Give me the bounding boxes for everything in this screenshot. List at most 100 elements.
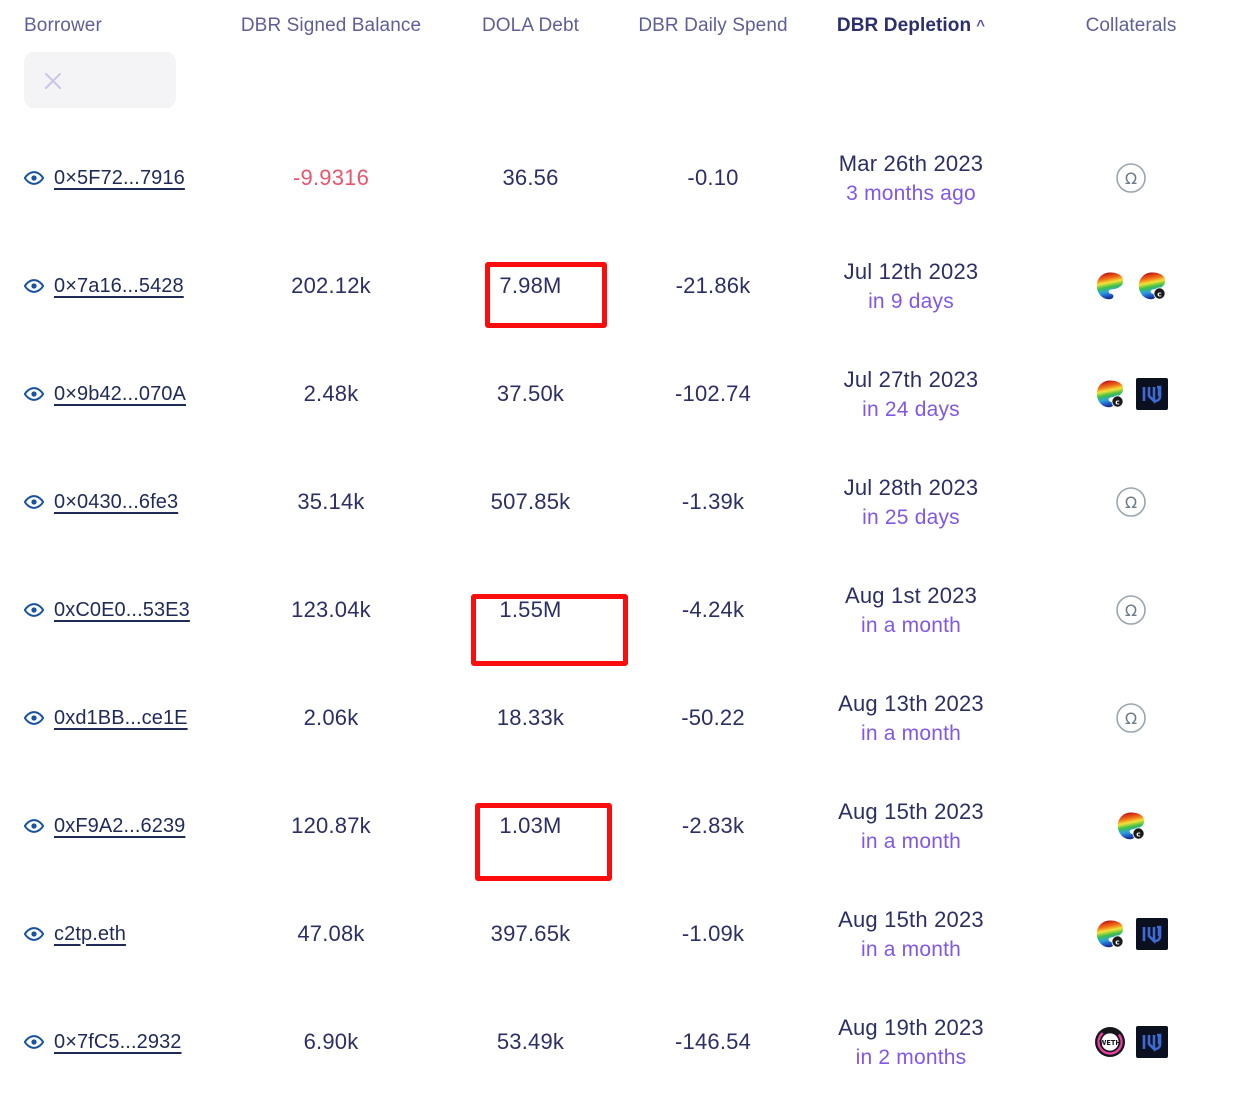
cell-dola-debt: 397.65k <box>440 921 621 947</box>
column-header-dbr-depletion[interactable]: DBR Depletion^ <box>805 15 1017 37</box>
rainbow-convex-token-icon[interactable]: c <box>1094 918 1126 950</box>
eye-icon[interactable] <box>24 168 44 188</box>
svg-text:Ω: Ω <box>1125 493 1137 512</box>
depletion-relative-time: in a month <box>805 720 1017 748</box>
rainbow-token-icon[interactable] <box>1094 270 1126 302</box>
inv-token-icon[interactable] <box>1136 1026 1168 1058</box>
cell-dbr-depletion: Aug 19th 2023in 2 months <box>805 1013 1017 1072</box>
rainbow-convex-token-icon[interactable]: c <box>1136 270 1168 302</box>
cell-dbr-depletion: Jul 28th 2023in 25 days <box>805 473 1017 532</box>
eye-icon[interactable] <box>24 816 44 836</box>
eye-icon[interactable] <box>24 1032 44 1052</box>
column-header-dbr-signed-balance-label: DBR Signed Balance <box>241 15 421 36</box>
omega-token-icon[interactable]: Ω <box>1115 594 1147 626</box>
borrower-address-link[interactable]: c2tp.eth <box>54 923 126 946</box>
cell-dbr-daily-spend: -2.83k <box>621 813 805 839</box>
column-header-dbr-daily-spend[interactable]: DBR Daily Spend <box>621 15 805 37</box>
cell-collaterals: c <box>1017 270 1235 302</box>
cell-dola-debt: 53.49k <box>440 1029 621 1055</box>
borrower-address-link[interactable]: 0xd1BB...ce1E <box>54 707 188 730</box>
cell-dbr-daily-spend: -4.24k <box>621 597 805 623</box>
filter-row <box>0 52 1235 124</box>
eye-icon[interactable] <box>24 384 44 404</box>
cell-dbr-signed-balance: 6.90k <box>222 1029 440 1055</box>
cell-collaterals: c <box>1017 810 1235 842</box>
column-header-dola-debt-label: DOLA Debt <box>482 15 579 36</box>
omega-token-icon[interactable]: Ω <box>1115 162 1147 194</box>
eye-icon[interactable] <box>24 276 44 296</box>
borrower-address-link[interactable]: 0×7a16...5428 <box>54 275 184 298</box>
eye-icon[interactable] <box>24 924 44 944</box>
borrower-address-link[interactable]: 0×7fC5...2932 <box>54 1031 182 1054</box>
cell-dbr-signed-balance: 123.04k <box>222 597 440 623</box>
svg-text:c: c <box>1115 937 1119 946</box>
borrower-address-link[interactable]: 0xF9A2...6239 <box>54 815 185 838</box>
cell-collaterals: Ω <box>1017 162 1235 194</box>
cell-dola-debt: 18.33k <box>440 705 621 731</box>
cell-dbr-daily-spend: -1.09k <box>621 921 805 947</box>
column-header-borrower-label: Borrower <box>24 15 102 36</box>
table-row: 0×0430...6fe335.14k507.85k-1.39kJul 28th… <box>0 448 1235 556</box>
cell-collaterals: Ω <box>1017 594 1235 626</box>
cell-dbr-depletion: Aug 15th 2023in a month <box>805 797 1017 856</box>
cell-dbr-daily-spend: -102.74 <box>621 381 805 407</box>
borrower-address-link[interactable]: 0xC0E0...53E3 <box>54 599 190 622</box>
cell-dbr-signed-balance: -9.9316 <box>222 165 440 191</box>
depletion-date: Aug 13th 2023 <box>805 689 1017 718</box>
table-row: 0×5F72...7916-9.931636.56-0.10Mar 26th 2… <box>0 124 1235 232</box>
depletion-relative-time: in a month <box>805 828 1017 856</box>
column-header-borrower[interactable]: Borrower <box>10 15 222 37</box>
depletion-date: Jul 27th 2023 <box>805 365 1017 394</box>
omega-token-icon[interactable]: Ω <box>1115 486 1147 518</box>
cell-borrower: 0×0430...6fe3 <box>10 491 222 514</box>
depletion-relative-time: in 2 months <box>805 1044 1017 1072</box>
svg-text:c: c <box>1136 829 1140 838</box>
borrower-address-link[interactable]: 0×9b42...070A <box>54 383 186 406</box>
inv-token-icon[interactable] <box>1136 918 1168 950</box>
rainbow-convex-token-icon[interactable]: c <box>1094 378 1126 410</box>
svg-text:Ω: Ω <box>1125 169 1137 188</box>
table-row: 0×7a16...5428202.12k7.98M-21.86kJul 12th… <box>0 232 1235 340</box>
cell-dbr-daily-spend: -21.86k <box>621 273 805 299</box>
table-row: 0×9b42...070A 2.48k37.50k-102.74Jul 27th … <box>0 340 1235 448</box>
omega-token-icon[interactable]: Ω <box>1115 702 1147 734</box>
depletion-relative-time: 3 months ago <box>805 180 1017 208</box>
table-row: 0xd1BB...ce1E2.06k18.33k-50.22Aug 13th 2… <box>0 664 1235 772</box>
eye-icon[interactable] <box>24 492 44 512</box>
close-icon <box>42 69 64 91</box>
rainbow-convex-token-icon[interactable]: c <box>1115 810 1147 842</box>
cell-collaterals: c <box>1017 378 1235 410</box>
inv-token-icon[interactable] <box>1136 378 1168 410</box>
table-header-row: Borrower DBR Signed Balance DOLA Debt DB… <box>0 0 1235 52</box>
cell-borrower: 0xd1BB...ce1E <box>10 707 222 730</box>
depletion-relative-time: in a month <box>805 612 1017 640</box>
table-row: 0xC0E0...53E3 123.04k1.55M-4.24kAug 1st 2… <box>0 556 1235 664</box>
cell-dola-debt: 37.50k <box>440 381 621 407</box>
cell-dbr-signed-balance: 2.48k <box>222 381 440 407</box>
depletion-relative-time: in 9 days <box>805 288 1017 316</box>
cell-borrower: c2tp.eth <box>10 923 222 946</box>
cell-dbr-depletion: Aug 1st 2023in a month <box>805 581 1017 640</box>
depletion-relative-time: in 25 days <box>805 504 1017 532</box>
cell-borrower: 0×9b42...070A <box>10 383 222 406</box>
cell-collaterals: Ω <box>1017 702 1235 734</box>
cell-dbr-daily-spend: -1.39k <box>621 489 805 515</box>
svg-text:c: c <box>1157 289 1161 298</box>
eye-icon[interactable] <box>24 708 44 728</box>
borrower-address-link[interactable]: 0×5F72...7916 <box>54 167 185 190</box>
column-header-dbr-depletion-label: DBR Depletion <box>837 15 971 36</box>
cell-dbr-daily-spend: -0.10 <box>621 165 805 191</box>
clear-filter-button[interactable] <box>24 52 176 108</box>
eye-icon[interactable] <box>24 600 44 620</box>
column-header-collaterals-label: Collaterals <box>1086 15 1177 36</box>
column-header-collaterals[interactable]: Collaterals <box>1017 15 1235 37</box>
column-header-dola-debt[interactable]: DOLA Debt <box>440 15 621 37</box>
cell-dola-debt: 1.55M <box>440 597 621 623</box>
depletion-relative-time: in 24 days <box>805 396 1017 424</box>
column-header-dbr-signed-balance[interactable]: DBR Signed Balance <box>222 15 440 37</box>
borrower-address-link[interactable]: 0×0430...6fe3 <box>54 491 178 514</box>
depletion-date: Aug 19th 2023 <box>805 1013 1017 1042</box>
cell-collaterals: WETH <box>1017 1026 1235 1058</box>
weth-token-icon[interactable]: WETH <box>1094 1026 1126 1058</box>
cell-dbr-signed-balance: 35.14k <box>222 489 440 515</box>
